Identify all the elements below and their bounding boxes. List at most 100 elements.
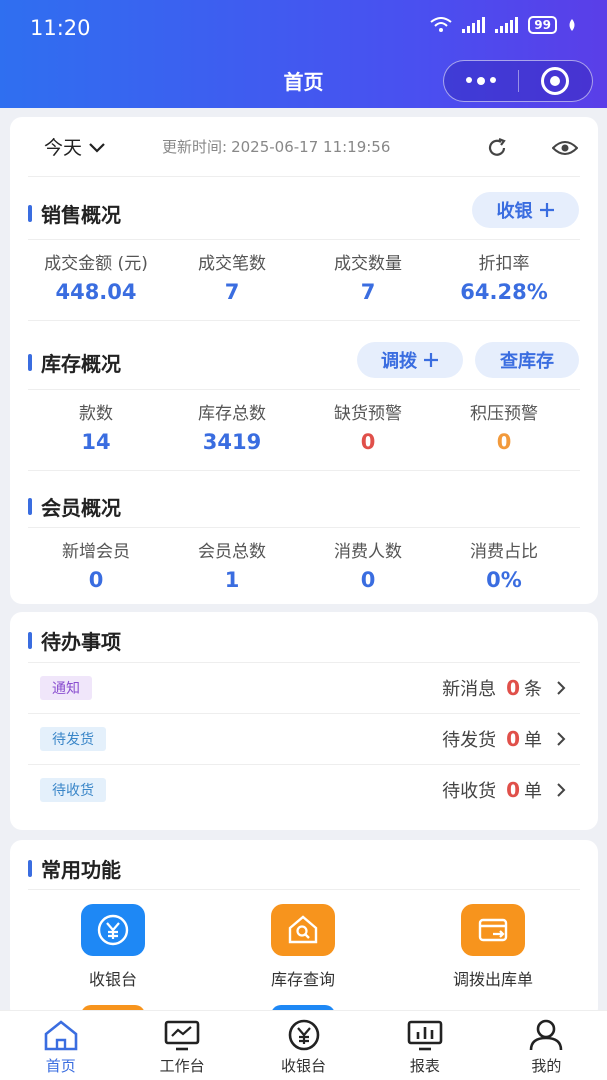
inventory-stats: 款数 14 库存总数 3419 缺货预警 0 积压预警 0 — [28, 399, 572, 454]
monitor-icon — [164, 1020, 200, 1051]
divider — [28, 470, 580, 471]
todo-count: 0 — [506, 727, 520, 751]
todo-tag: 待收货 — [40, 778, 106, 802]
todo-summary: 待收货 0 单 — [442, 777, 566, 803]
todo-count: 0 — [506, 676, 520, 700]
todo-tag: 通知 — [40, 676, 92, 700]
tab-reports[interactable]: 报表 — [364, 1011, 485, 1080]
yen-circle-icon — [288, 1019, 319, 1051]
stat-label: 会员总数 — [198, 542, 266, 562]
section-accent-bar — [28, 498, 32, 515]
home-icon — [44, 1020, 78, 1051]
sales-stats: 成交金额 (元) 448.04 成交笔数 7 成交数量 7 折扣率 64.28% — [28, 249, 572, 304]
divider — [28, 527, 580, 528]
stat-value: 3419 — [202, 430, 262, 454]
status-time: 11:20 — [30, 16, 91, 40]
bottom-tab-bar: 首页 工作台 收银台 报表 我的 — [0, 1010, 607, 1080]
overview-card: 今天 更新时间: 2025-06-17 11:19:56 销售概况 收银 成交金… — [10, 117, 598, 604]
chevron-right-icon — [557, 783, 566, 797]
todo-row-notice[interactable]: 通知 新消息 0 条 — [28, 662, 580, 713]
todo-row-to-receive[interactable]: 待收货 待收货 0 单 — [28, 764, 580, 815]
stat-item: 款数 14 — [28, 399, 164, 454]
stat-value: 0 — [88, 568, 104, 592]
member-stats: 新增会员 0 会员总数 1 消费人数 0 消费占比 0% — [28, 537, 572, 592]
transfer-button[interactable]: 调拨 — [357, 342, 463, 378]
eye-icon — [552, 141, 578, 155]
tab-home[interactable]: 首页 — [0, 1011, 121, 1080]
query-stock-button[interactable]: 查库存 — [475, 342, 579, 378]
signal-icon-2 — [495, 17, 519, 33]
divider — [28, 239, 580, 240]
tab-cashier[interactable]: 收银台 — [243, 1011, 364, 1080]
refresh-icon — [488, 137, 506, 156]
stat-value: 0 — [360, 568, 376, 592]
stat-label: 库存总数 — [198, 404, 266, 424]
stat-item: 消费人数 0 — [300, 537, 436, 592]
func-cashier[interactable]: 收银台 — [43, 904, 183, 990]
stat-value: 0 — [496, 430, 512, 454]
todo-text: 待收货 — [442, 781, 497, 802]
func-label: 收银台 — [88, 970, 137, 989]
stat-label: 缺货预警 — [334, 404, 402, 424]
inventory-section-title: 库存概况 — [28, 348, 121, 377]
more-menu-button[interactable] — [444, 77, 518, 85]
update-time-value: 2025-06-17 11:19:56 — [231, 137, 391, 156]
todo-section-title: 待办事项 — [28, 626, 121, 655]
todo-unit: 单 — [524, 730, 542, 751]
stat-item: 新增会员 0 — [28, 537, 164, 592]
func-tile — [461, 904, 525, 956]
yen-icon — [97, 914, 129, 946]
chevron-right-icon — [557, 732, 566, 746]
signal-icon — [462, 17, 486, 33]
stat-label: 折扣率 — [478, 254, 530, 274]
cashier-button[interactable]: 收银 — [472, 192, 579, 228]
tab-workbench[interactable]: 工作台 — [121, 1011, 242, 1080]
battery-icon: 99 — [528, 16, 557, 34]
mini-program-capsule — [443, 60, 593, 102]
todo-card: 待办事项 通知 新消息 0 条 待发货 待发货 0 单 待收货 待收货 0 单 — [10, 612, 598, 830]
section-accent-bar — [28, 205, 32, 222]
chevron-down-icon — [89, 142, 105, 153]
divider — [28, 389, 580, 390]
functions-card: 常用功能 收银台 库存查询 调拨出库单 — [10, 840, 598, 1020]
leaf-icon — [569, 19, 575, 31]
refresh-button[interactable] — [484, 135, 510, 161]
close-button[interactable] — [519, 67, 592, 95]
update-time-label: 更新时间: — [162, 138, 228, 156]
stat-item: 消费占比 0% — [436, 537, 572, 592]
status-icons: 99 — [430, 16, 577, 34]
query-stock-button-label: 查库存 — [500, 351, 554, 372]
stat-item: 折扣率 64.28% — [436, 249, 572, 304]
plus-icon — [424, 353, 438, 367]
house-search-icon — [288, 915, 318, 944]
date-filter[interactable]: 今天 — [44, 133, 106, 160]
stat-value: 0 — [360, 430, 376, 454]
transfer-card-icon — [478, 918, 508, 942]
tab-label: 报表 — [409, 1057, 440, 1075]
stat-label: 成交笔数 — [198, 254, 266, 274]
target-icon — [541, 67, 570, 95]
func-stock-query[interactable]: 库存查询 — [233, 904, 373, 990]
func-label: 库存查询 — [270, 970, 335, 989]
todo-unit: 条 — [524, 679, 542, 700]
func-tile — [271, 904, 335, 956]
stat-label: 消费人数 — [334, 542, 402, 562]
stat-label: 款数 — [79, 404, 113, 424]
plus-icon — [539, 203, 554, 217]
tab-mine[interactable]: 我的 — [486, 1011, 607, 1080]
func-transfer-out[interactable]: 调拨出库单 — [423, 904, 563, 990]
stat-label: 成交数量 — [334, 254, 402, 274]
visibility-toggle[interactable] — [552, 135, 578, 161]
stat-item: 缺货预警 0 — [300, 399, 436, 454]
section-accent-bar — [28, 860, 32, 877]
func-label: 调拨出库单 — [452, 970, 533, 989]
todo-row-to-ship[interactable]: 待发货 待发货 0 单 — [28, 713, 580, 764]
stat-value: 7 — [360, 280, 376, 304]
tab-label: 收银台 — [281, 1057, 327, 1075]
stat-item: 成交笔数 7 — [164, 249, 300, 304]
chart-icon — [407, 1020, 443, 1051]
cashier-button-label: 收银 — [496, 201, 533, 222]
stat-item: 库存总数 3419 — [164, 399, 300, 454]
stat-value: 0% — [486, 568, 522, 592]
date-filter-label: 今天 — [44, 137, 83, 159]
